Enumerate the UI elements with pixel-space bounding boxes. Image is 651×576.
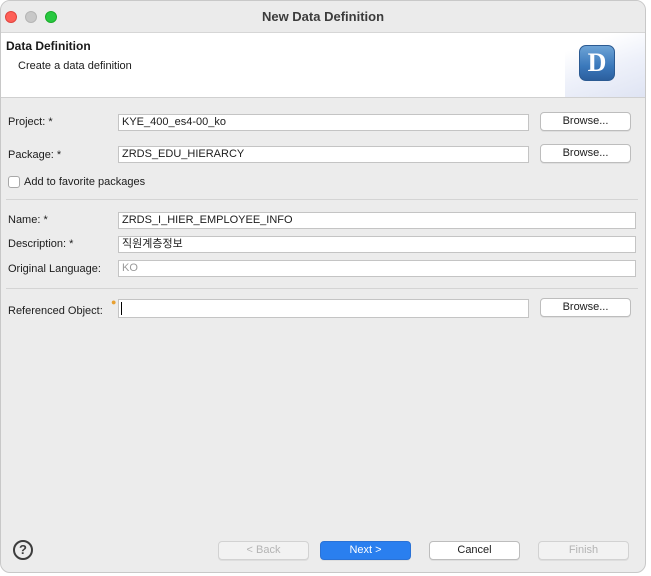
description-label: Description: * <box>8 238 74 250</box>
referenced-object-field[interactable] <box>118 299 529 318</box>
text-cursor <box>121 302 122 315</box>
content-assist-lightbulb-icon: ● <box>111 297 117 307</box>
package-browse-button[interactable]: Browse... <box>540 144 631 163</box>
add-to-favorites-label: Add to favorite packages <box>24 176 146 188</box>
referenced-object-label: Referenced Object: <box>8 305 103 317</box>
next-button[interactable]: Next > <box>320 541 411 560</box>
name-field[interactable]: ZRDS_I_HIER_EMPLOYEE_INFO <box>118 212 636 229</box>
finish-button: Finish <box>538 541 629 560</box>
package-field[interactable]: ZRDS_EDU_HIERARCY <box>118 146 529 163</box>
title-bar: New Data Definition <box>1 1 645 33</box>
dialog-window: New Data Definition Data Definition Crea… <box>0 0 646 573</box>
page-subtitle: Create a data definition <box>18 60 132 72</box>
add-to-favorites-checkbox[interactable] <box>8 176 20 188</box>
help-icon[interactable]: ? <box>13 540 33 560</box>
description-field[interactable]: 직원계층정보 <box>118 236 636 253</box>
package-label: Package: * <box>8 149 62 161</box>
window-title: New Data Definition <box>261 9 385 24</box>
original-language-label: Original Language: <box>8 263 101 275</box>
wizard-header: Data Definition Create a data definition… <box>1 33 645 98</box>
cancel-button[interactable]: Cancel <box>429 541 520 560</box>
section-divider <box>6 199 638 200</box>
name-label: Name: * <box>8 214 48 226</box>
project-label: Project: * <box>8 116 53 128</box>
project-browse-button[interactable]: Browse... <box>540 112 631 131</box>
page-title: Data Definition <box>6 39 91 53</box>
back-button: < Back <box>218 541 309 560</box>
referenced-object-browse-button[interactable]: Browse... <box>540 298 631 317</box>
original-language-field: KO <box>118 260 636 277</box>
project-field[interactable]: KYE_400_es4-00_ko <box>118 114 529 131</box>
data-definition-logo-icon: D <box>579 45 615 81</box>
section-divider <box>6 288 638 289</box>
